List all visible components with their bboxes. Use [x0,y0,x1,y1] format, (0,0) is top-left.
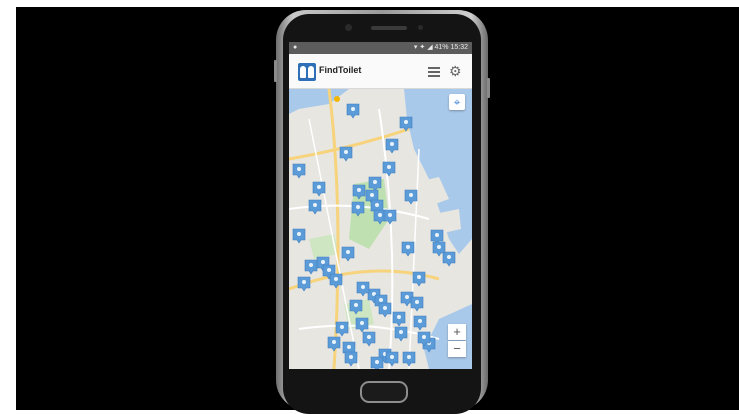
zoom-out-button[interactable]: − [448,341,466,357]
toilet-figures-icon [298,63,316,81]
home-button[interactable] [360,381,408,403]
earpiece-speaker [371,26,407,30]
zoom-in-button[interactable]: + [448,324,466,340]
gear-icon[interactable]: ⚙ [449,64,462,78]
status-bar: ● ▾ ✦ ◢ 41% 15:32 [289,42,472,54]
power-button [487,78,490,98]
app-bar: FindToilet ⚙ [289,54,472,89]
volume-button [274,60,277,82]
front-camera [345,24,352,31]
status-text: ▾ ✦ ◢ 41% 15:32 [413,44,468,51]
toilet-marker-icon[interactable] [370,356,384,369]
app-title: FindToilet [319,65,362,75]
list-icon[interactable] [428,67,440,77]
map-view[interactable] [289,89,472,369]
poi-icon [334,96,340,102]
notification-icon: ● [293,44,298,51]
proximity-sensor [418,25,423,30]
phone-screen: ● ▾ ✦ ◢ 41% 15:32 FindToilet ⚙ ⌖ + − [289,42,472,369]
my-location-icon[interactable]: ⌖ [449,94,465,110]
